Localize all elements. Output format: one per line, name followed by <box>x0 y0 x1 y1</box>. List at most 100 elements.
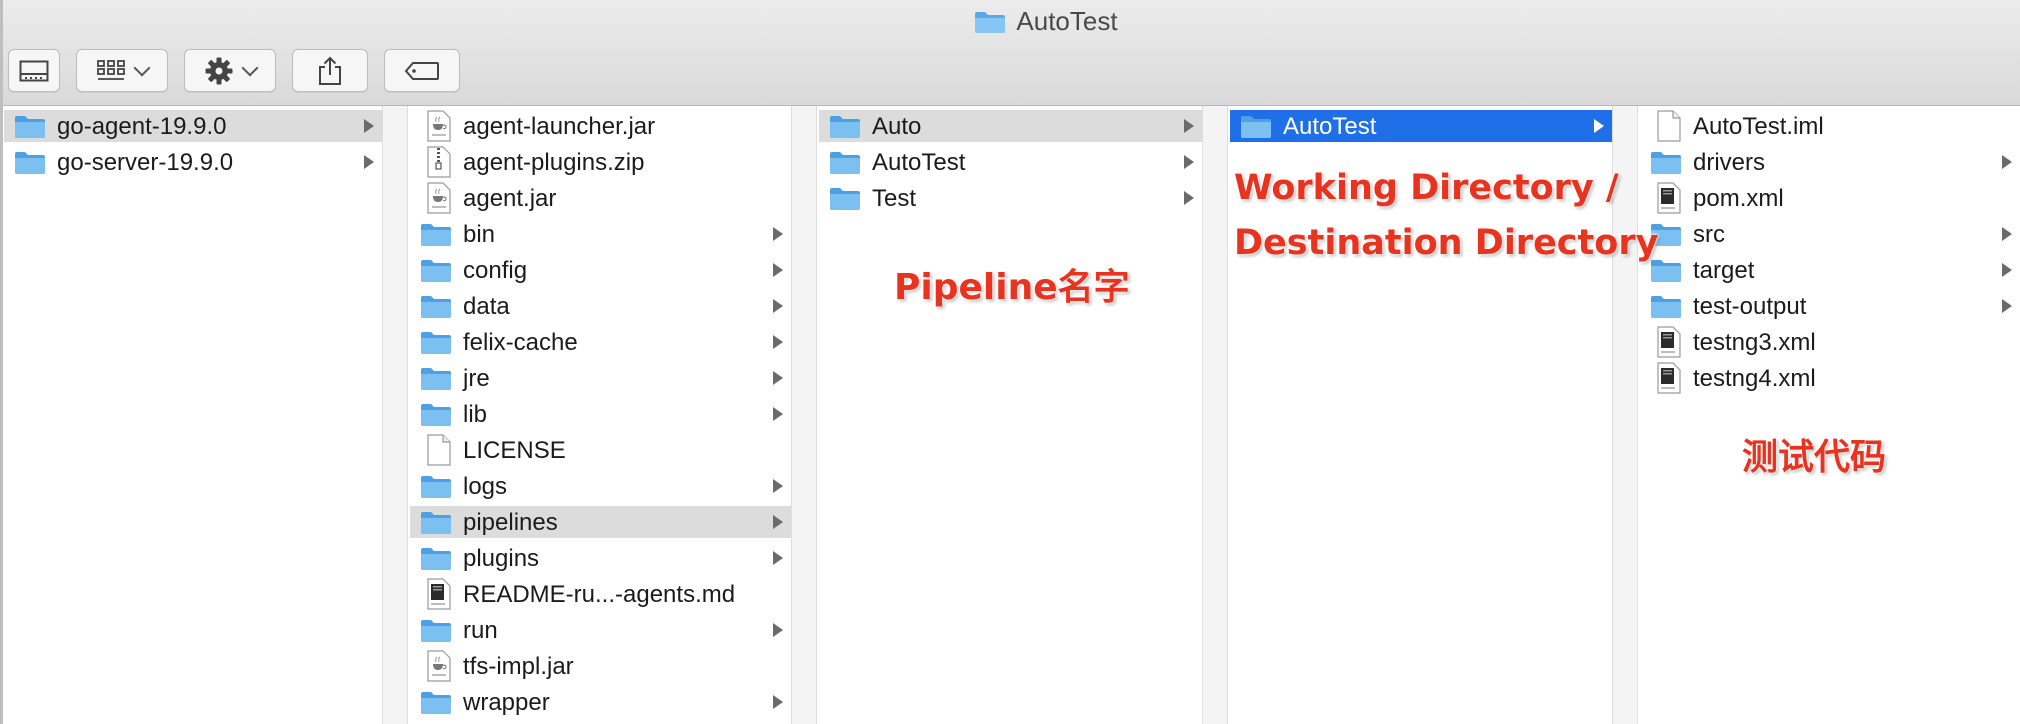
action-button[interactable] <box>184 49 276 92</box>
annotation-working-dir-line1: Working Directory / <box>1234 168 1619 208</box>
folder-row[interactable]: plugins <box>410 542 791 574</box>
folder-row[interactable]: drivers <box>1640 146 2020 178</box>
grid-view-icon <box>97 59 125 80</box>
disclosure-arrow-icon <box>1184 155 1194 169</box>
folder-icon <box>1240 113 1272 144</box>
file-row[interactable]: testng3.xml <box>1640 326 2020 358</box>
item-label: plugins <box>463 545 540 572</box>
folder-row[interactable]: test-output <box>1640 290 2020 322</box>
gear-icon <box>205 57 233 84</box>
item-label: wrapper <box>463 689 550 716</box>
folder-row[interactable]: data <box>410 290 791 322</box>
disclosure-arrow-icon <box>773 263 783 277</box>
folder-icon <box>14 149 46 180</box>
jar-file-icon <box>426 110 452 147</box>
item-label: agent.jar <box>463 185 557 212</box>
folder-row[interactable]: go-server-19.9.0 <box>4 146 382 178</box>
disclosure-arrow-icon <box>2002 299 2012 313</box>
column-1[interactable] <box>0 106 382 724</box>
item-label: testng4.xml <box>1693 365 1816 392</box>
column-divider[interactable] <box>382 106 408 724</box>
chevron-down-icon <box>241 59 259 76</box>
item-label: drivers <box>1693 149 1766 176</box>
file-row[interactable]: AutoTest.iml <box>1640 110 2020 142</box>
file-icon <box>426 434 452 471</box>
item-label: felix-cache <box>463 329 578 356</box>
folder-row[interactable]: src <box>1640 218 2020 250</box>
disclosure-arrow-icon <box>2002 155 2012 169</box>
file-row[interactable]: README-ru...-agents.md <box>410 578 791 610</box>
folder-icon <box>420 365 452 396</box>
file-row[interactable]: pom.xml <box>1640 182 2020 214</box>
item-label: go-agent-19.9.0 <box>57 113 227 140</box>
item-label: bin <box>463 221 496 248</box>
folder-icon <box>420 545 452 576</box>
folder-row[interactable]: AutoTest <box>1230 110 1612 142</box>
file-row[interactable]: agent.jar <box>410 182 791 214</box>
tag-button[interactable] <box>384 49 460 92</box>
view-button[interactable] <box>8 49 60 92</box>
item-label: pipelines <box>463 509 558 536</box>
folder-icon <box>1650 293 1682 324</box>
disclosure-arrow-icon <box>773 371 783 385</box>
folder-row[interactable]: bin <box>410 218 791 250</box>
folder-row[interactable]: wrapper <box>410 686 791 718</box>
column-divider[interactable] <box>1202 106 1228 724</box>
disclosure-arrow-icon <box>773 551 783 565</box>
disclosure-arrow-icon <box>773 299 783 313</box>
document-icon <box>1656 362 1682 399</box>
folder-icon <box>1650 149 1682 180</box>
folder-row[interactable]: AutoTest <box>819 146 1202 178</box>
item-label: Test <box>872 185 917 212</box>
item-label: AutoTest <box>1283 113 1377 140</box>
file-row[interactable]: tfs-impl.jar <box>410 650 791 682</box>
disclosure-arrow-icon <box>1184 119 1194 133</box>
file-row[interactable]: LICENSE <box>410 434 791 466</box>
share-button[interactable] <box>292 49 368 92</box>
window-edge <box>0 0 3 724</box>
disclosure-arrow-icon <box>773 515 783 529</box>
item-label: jre <box>463 365 490 392</box>
window-title-text: AutoTest <box>1016 6 1118 36</box>
zip-archive-icon <box>426 146 452 183</box>
folder-icon <box>420 617 452 648</box>
tag-icon <box>404 61 439 80</box>
item-label: src <box>1693 221 1725 248</box>
folder-row[interactable]: run <box>410 614 791 646</box>
item-label: lib <box>463 401 488 428</box>
item-label: run <box>463 617 498 644</box>
folder-row[interactable]: go-agent-19.9.0 <box>4 110 382 142</box>
folder-row[interactable]: Auto <box>819 110 1202 142</box>
folder-row[interactable]: target <box>1640 254 2020 286</box>
folder-row[interactable]: pipelines <box>410 506 791 538</box>
document-icon <box>426 578 452 615</box>
window-toolbar: AutoTest <box>0 0 2020 106</box>
file-row[interactable]: testng4.xml <box>1640 362 2020 394</box>
disclosure-arrow-icon <box>773 479 783 493</box>
folder-icon <box>14 113 46 144</box>
item-label: LICENSE <box>463 437 566 464</box>
folder-icon <box>975 11 1006 33</box>
column-browser: go-agent-19.9.0 go-server-19.9.0 agent-lau… <box>0 106 2020 724</box>
folder-row[interactable]: Test <box>819 182 1202 214</box>
file-row[interactable]: agent-launcher.jar <box>410 110 791 142</box>
share-icon <box>319 56 341 85</box>
chevron-down-icon <box>133 59 151 76</box>
folder-icon <box>420 401 452 432</box>
file-row[interactable]: agent-plugins.zip <box>410 146 791 178</box>
folder-icon <box>829 113 861 144</box>
folder-icon <box>829 149 861 180</box>
folder-row[interactable]: jre <box>410 362 791 394</box>
folder-icon <box>420 293 452 324</box>
folder-row[interactable]: felix-cache <box>410 326 791 358</box>
disclosure-arrow-icon <box>773 695 783 709</box>
column-divider[interactable] <box>791 106 817 724</box>
folder-row[interactable]: logs <box>410 470 791 502</box>
folder-row[interactable]: lib <box>410 398 791 430</box>
folder-icon <box>420 257 452 288</box>
disclosure-arrow-icon <box>773 623 783 637</box>
folder-row[interactable]: config <box>410 254 791 286</box>
folder-icon <box>420 329 452 360</box>
jar-file-icon <box>426 182 452 219</box>
group-button[interactable] <box>76 49 168 92</box>
